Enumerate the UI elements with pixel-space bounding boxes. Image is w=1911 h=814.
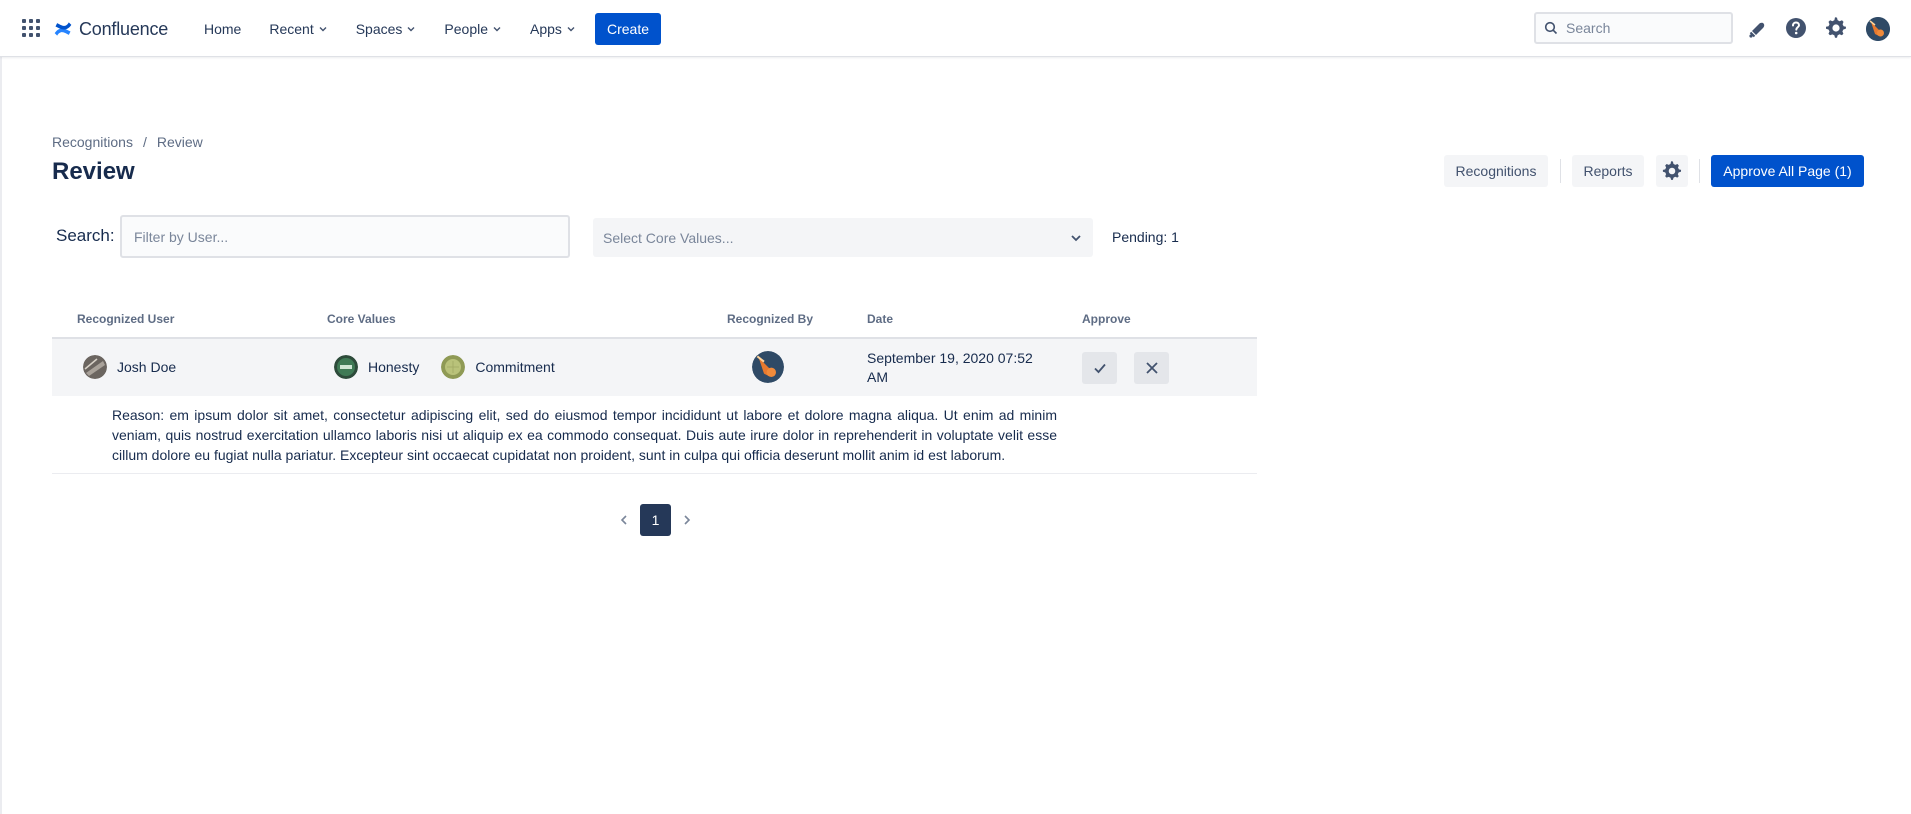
app-switcher-icon[interactable] (22, 19, 40, 37)
previous-page-button[interactable] (614, 504, 634, 536)
header-divider (1560, 159, 1561, 183)
honesty-badge-icon (334, 355, 358, 379)
nav-item-people[interactable]: People (436, 16, 510, 42)
user-avatar[interactable] (83, 355, 107, 379)
commitment-badge-icon (441, 355, 466, 379)
column-header-recognized-user[interactable]: Recognized User (77, 312, 174, 326)
page-title: Review (52, 158, 135, 185)
avatar-image (752, 351, 784, 383)
recognized-by-cell (752, 351, 784, 383)
header-divider (1699, 159, 1700, 183)
notifications-icon[interactable] (1746, 17, 1768, 39)
nav-item-apps[interactable]: Apps (522, 16, 584, 42)
table-header: Recognized User Core Values Recognized B… (52, 305, 1257, 339)
chevron-left-icon (620, 515, 627, 525)
chevron-down-icon (319, 27, 327, 32)
nav-item-label: Recent (269, 21, 314, 37)
breadcrumb: Recognitions / Review (52, 134, 203, 150)
recognitions-button[interactable]: Recognitions (1444, 155, 1548, 187)
next-page-button[interactable] (677, 504, 697, 536)
column-header-approve: Approve (1082, 312, 1131, 326)
page-left-border (0, 0, 2, 814)
pagination: 1 (614, 504, 697, 536)
pending-count: Pending: 1 (1112, 229, 1179, 245)
chevron-right-icon (684, 515, 691, 525)
chevron-down-icon (493, 27, 501, 32)
chevron-down-icon (407, 27, 415, 32)
column-header-core-values[interactable]: Core Values (327, 312, 396, 326)
settings-icon[interactable] (1825, 17, 1847, 39)
chevron-down-icon (567, 27, 575, 32)
create-button[interactable]: Create (595, 13, 661, 45)
review-settings-button[interactable] (1656, 155, 1688, 187)
primary-nav: Home Recent Spaces People Apps (196, 16, 596, 42)
column-header-recognized-by[interactable]: Recognized By (727, 312, 813, 326)
profile-avatar[interactable] (1866, 17, 1890, 41)
reject-button[interactable] (1134, 352, 1169, 384)
breadcrumb-item-recognitions[interactable]: Recognitions (52, 134, 133, 150)
settings-icon (1662, 161, 1682, 180)
review-table: Recognized User Core Values Recognized B… (52, 305, 1257, 474)
reason-row: Reason: em ipsum dolor sit amet, consect… (52, 396, 1257, 474)
global-search-input[interactable] (1566, 20, 1716, 36)
honesty-badge-image (334, 355, 358, 379)
core-values-placeholder: Select Core Values... (603, 229, 734, 246)
nav-item-label: People (444, 21, 489, 37)
avatar-image (83, 355, 107, 379)
approve-button[interactable] (1082, 352, 1117, 384)
nav-item-recent[interactable]: Recent (261, 16, 335, 42)
top-navigation-bar: Confluence Home Recent Spaces People App… (0, 0, 1911, 57)
confluence-logo-icon (54, 22, 72, 36)
search-label: Search: (56, 226, 115, 245)
recognized-user-cell: Josh Doe (83, 355, 176, 379)
help-icon[interactable] (1785, 17, 1807, 39)
breadcrumb-item-review[interactable]: Review (157, 134, 203, 150)
recognition-date: September 19, 2020 07:52 AM (867, 350, 1033, 385)
table-row: Josh Doe Honesty Commitment September 19… (52, 339, 1257, 396)
nav-item-label: Home (204, 21, 242, 37)
recognition-reason: Reason: em ipsum dolor sit amet, consect… (112, 407, 1057, 463)
logo-text: Confluence (79, 18, 169, 39)
commitment-badge-image (441, 355, 466, 379)
nav-item-label: Apps (530, 21, 562, 37)
date-cell: September 19, 2020 07:52 AM (867, 349, 1042, 387)
approve-all-page-button[interactable]: Approve All Page (1) (1711, 155, 1864, 187)
core-value-label: Honesty (368, 359, 420, 375)
nav-item-home[interactable]: Home (196, 16, 249, 42)
close-icon (1145, 362, 1158, 374)
breadcrumb-separator: / (142, 134, 147, 150)
page-number-button[interactable]: 1 (640, 504, 671, 536)
confluence-logo[interactable]: Confluence (53, 17, 168, 41)
global-search[interactable] (1534, 12, 1733, 44)
column-header-date[interactable]: Date (867, 312, 893, 326)
core-value-label: Commitment (475, 359, 555, 375)
reports-button[interactable]: Reports (1572, 155, 1644, 187)
nav-item-spaces[interactable]: Spaces (348, 16, 425, 42)
avatar-image (1866, 17, 1890, 41)
chevron-down-icon (1071, 234, 1081, 241)
filter-by-user-input[interactable] (120, 215, 570, 258)
checkmark-icon (1093, 363, 1106, 374)
nav-item-label: Spaces (355, 21, 403, 37)
core-values-select[interactable]: Select Core Values... (593, 218, 1093, 257)
core-values-cell: Honesty Commitment (334, 355, 555, 379)
search-icon (1544, 21, 1558, 35)
recognized-by-avatar[interactable] (752, 351, 784, 383)
recognized-user-name[interactable]: Josh Doe (117, 359, 176, 375)
